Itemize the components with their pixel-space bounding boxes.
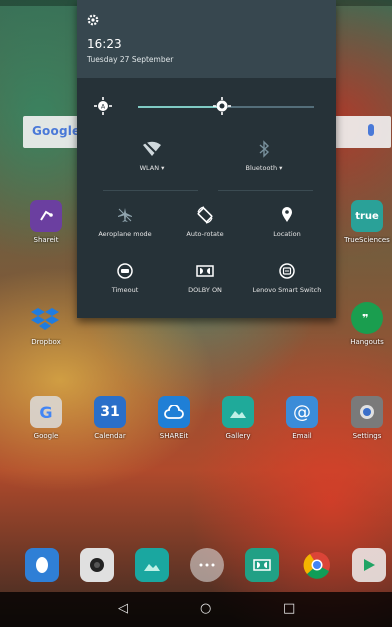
quick-settings-panel: 16:23 Tuesday 27 September A WLAN ▾ Blue… xyxy=(77,0,336,318)
app-hangouts[interactable]: ❞ Hangouts xyxy=(338,302,392,346)
tile-label: Lenovo Smart Switch xyxy=(252,286,322,294)
brightness-slider-fill xyxy=(138,106,223,108)
google-folder-icon: G xyxy=(30,396,62,428)
app-label: Calendar xyxy=(94,432,126,440)
tile-label: Aeroplane mode xyxy=(98,230,152,238)
divider xyxy=(218,190,313,191)
app-cloud[interactable]: SHAREit xyxy=(145,396,203,440)
app-label: SHAREit xyxy=(159,432,189,440)
app-label: Dropbox xyxy=(31,338,61,346)
app-label: Google xyxy=(33,432,59,440)
google-logo: Google xyxy=(32,124,81,138)
app-label: Shareit xyxy=(33,236,59,244)
settings-icon xyxy=(351,396,383,428)
smart-switch-icon xyxy=(247,260,327,282)
clock-time: 16:23 xyxy=(87,37,122,51)
photos-icon[interactable] xyxy=(135,548,169,582)
shareit-icon xyxy=(30,200,62,232)
app-email[interactable]: @ Email xyxy=(273,396,331,440)
tile-location[interactable]: Location xyxy=(247,204,327,238)
recents-button[interactable]: □ xyxy=(283,600,295,618)
mic-icon[interactable] xyxy=(368,124,374,136)
tile-auto-rotate[interactable]: Auto-rotate xyxy=(165,204,245,238)
calendar-icon: 31 xyxy=(94,396,126,428)
settings-gear-icon[interactable] xyxy=(87,14,99,26)
app-label: Email xyxy=(292,432,312,440)
hangouts-icon: ❞ xyxy=(351,302,383,334)
back-button[interactable]: ◁ xyxy=(118,600,128,618)
dock xyxy=(0,548,392,592)
tile-bluetooth[interactable]: Bluetooth ▾ xyxy=(219,138,309,172)
dolby-app-icon[interactable] xyxy=(245,548,279,582)
navigation-bar: ◁ ○ □ xyxy=(0,592,392,627)
bluetooth-off-icon xyxy=(219,138,309,160)
home-button[interactable]: ○ xyxy=(200,600,211,618)
divider xyxy=(103,190,198,191)
app-label: Settings xyxy=(352,432,382,440)
app-label: TrueSciences xyxy=(344,236,390,244)
tile-label: WLAN ▾ xyxy=(139,164,165,172)
camera-icon[interactable] xyxy=(80,548,114,582)
app-shareit[interactable]: Shareit xyxy=(17,200,75,244)
play-store-icon[interactable] xyxy=(352,548,386,582)
app-drawer-icon[interactable] xyxy=(190,548,224,582)
wifi-off-icon xyxy=(107,138,197,160)
true-app-icon: true xyxy=(351,200,383,232)
brightness-slider-thumb[interactable] xyxy=(213,97,232,115)
auto-rotate-icon xyxy=(165,204,245,226)
brightness-icon: A xyxy=(94,97,112,115)
app-calendar[interactable]: 31 Calendar xyxy=(81,396,139,440)
tile-label: Timeout xyxy=(111,286,139,294)
tile-aeroplane-mode[interactable]: Aeroplane mode xyxy=(85,204,165,238)
tile-wlan[interactable]: WLAN ▾ xyxy=(107,138,197,172)
cloud-icon xyxy=(158,396,190,428)
tile-timeout[interactable]: Timeout xyxy=(85,260,165,294)
tile-label: Bluetooth ▾ xyxy=(245,164,283,172)
app-label: Hangouts xyxy=(350,338,384,346)
quick-settings-header: 16:23 Tuesday 27 September xyxy=(77,0,336,78)
dropbox-icon xyxy=(30,302,62,334)
timeout-icon xyxy=(85,260,165,282)
tile-label: Location xyxy=(273,230,301,238)
chrome-icon[interactable] xyxy=(300,548,334,582)
tile-dolby[interactable]: DOLBY ON xyxy=(165,260,245,294)
app-dropbox[interactable]: Dropbox xyxy=(17,302,75,346)
gallery-icon xyxy=(222,396,254,428)
email-icon: @ xyxy=(286,396,318,428)
airplane-icon xyxy=(85,204,165,226)
app-label: Gallery xyxy=(225,432,251,440)
clock-date: Tuesday 27 September xyxy=(87,55,174,64)
tile-lenovo-smart-switch[interactable]: Lenovo Smart Switch xyxy=(247,260,327,294)
app-settings[interactable]: Settings xyxy=(338,396,392,440)
dolby-icon xyxy=(165,260,245,282)
tile-label: DOLBY ON xyxy=(188,286,222,294)
app-gallery[interactable]: Gallery xyxy=(209,396,267,440)
svg-text:❞: ❞ xyxy=(362,312,368,325)
location-pin-icon xyxy=(247,204,327,226)
app-google-folder[interactable]: G Google xyxy=(17,396,75,440)
contacts-icon[interactable] xyxy=(25,548,59,582)
tile-label: Auto-rotate xyxy=(186,230,224,238)
app-true[interactable]: true TrueSciences xyxy=(338,200,392,244)
